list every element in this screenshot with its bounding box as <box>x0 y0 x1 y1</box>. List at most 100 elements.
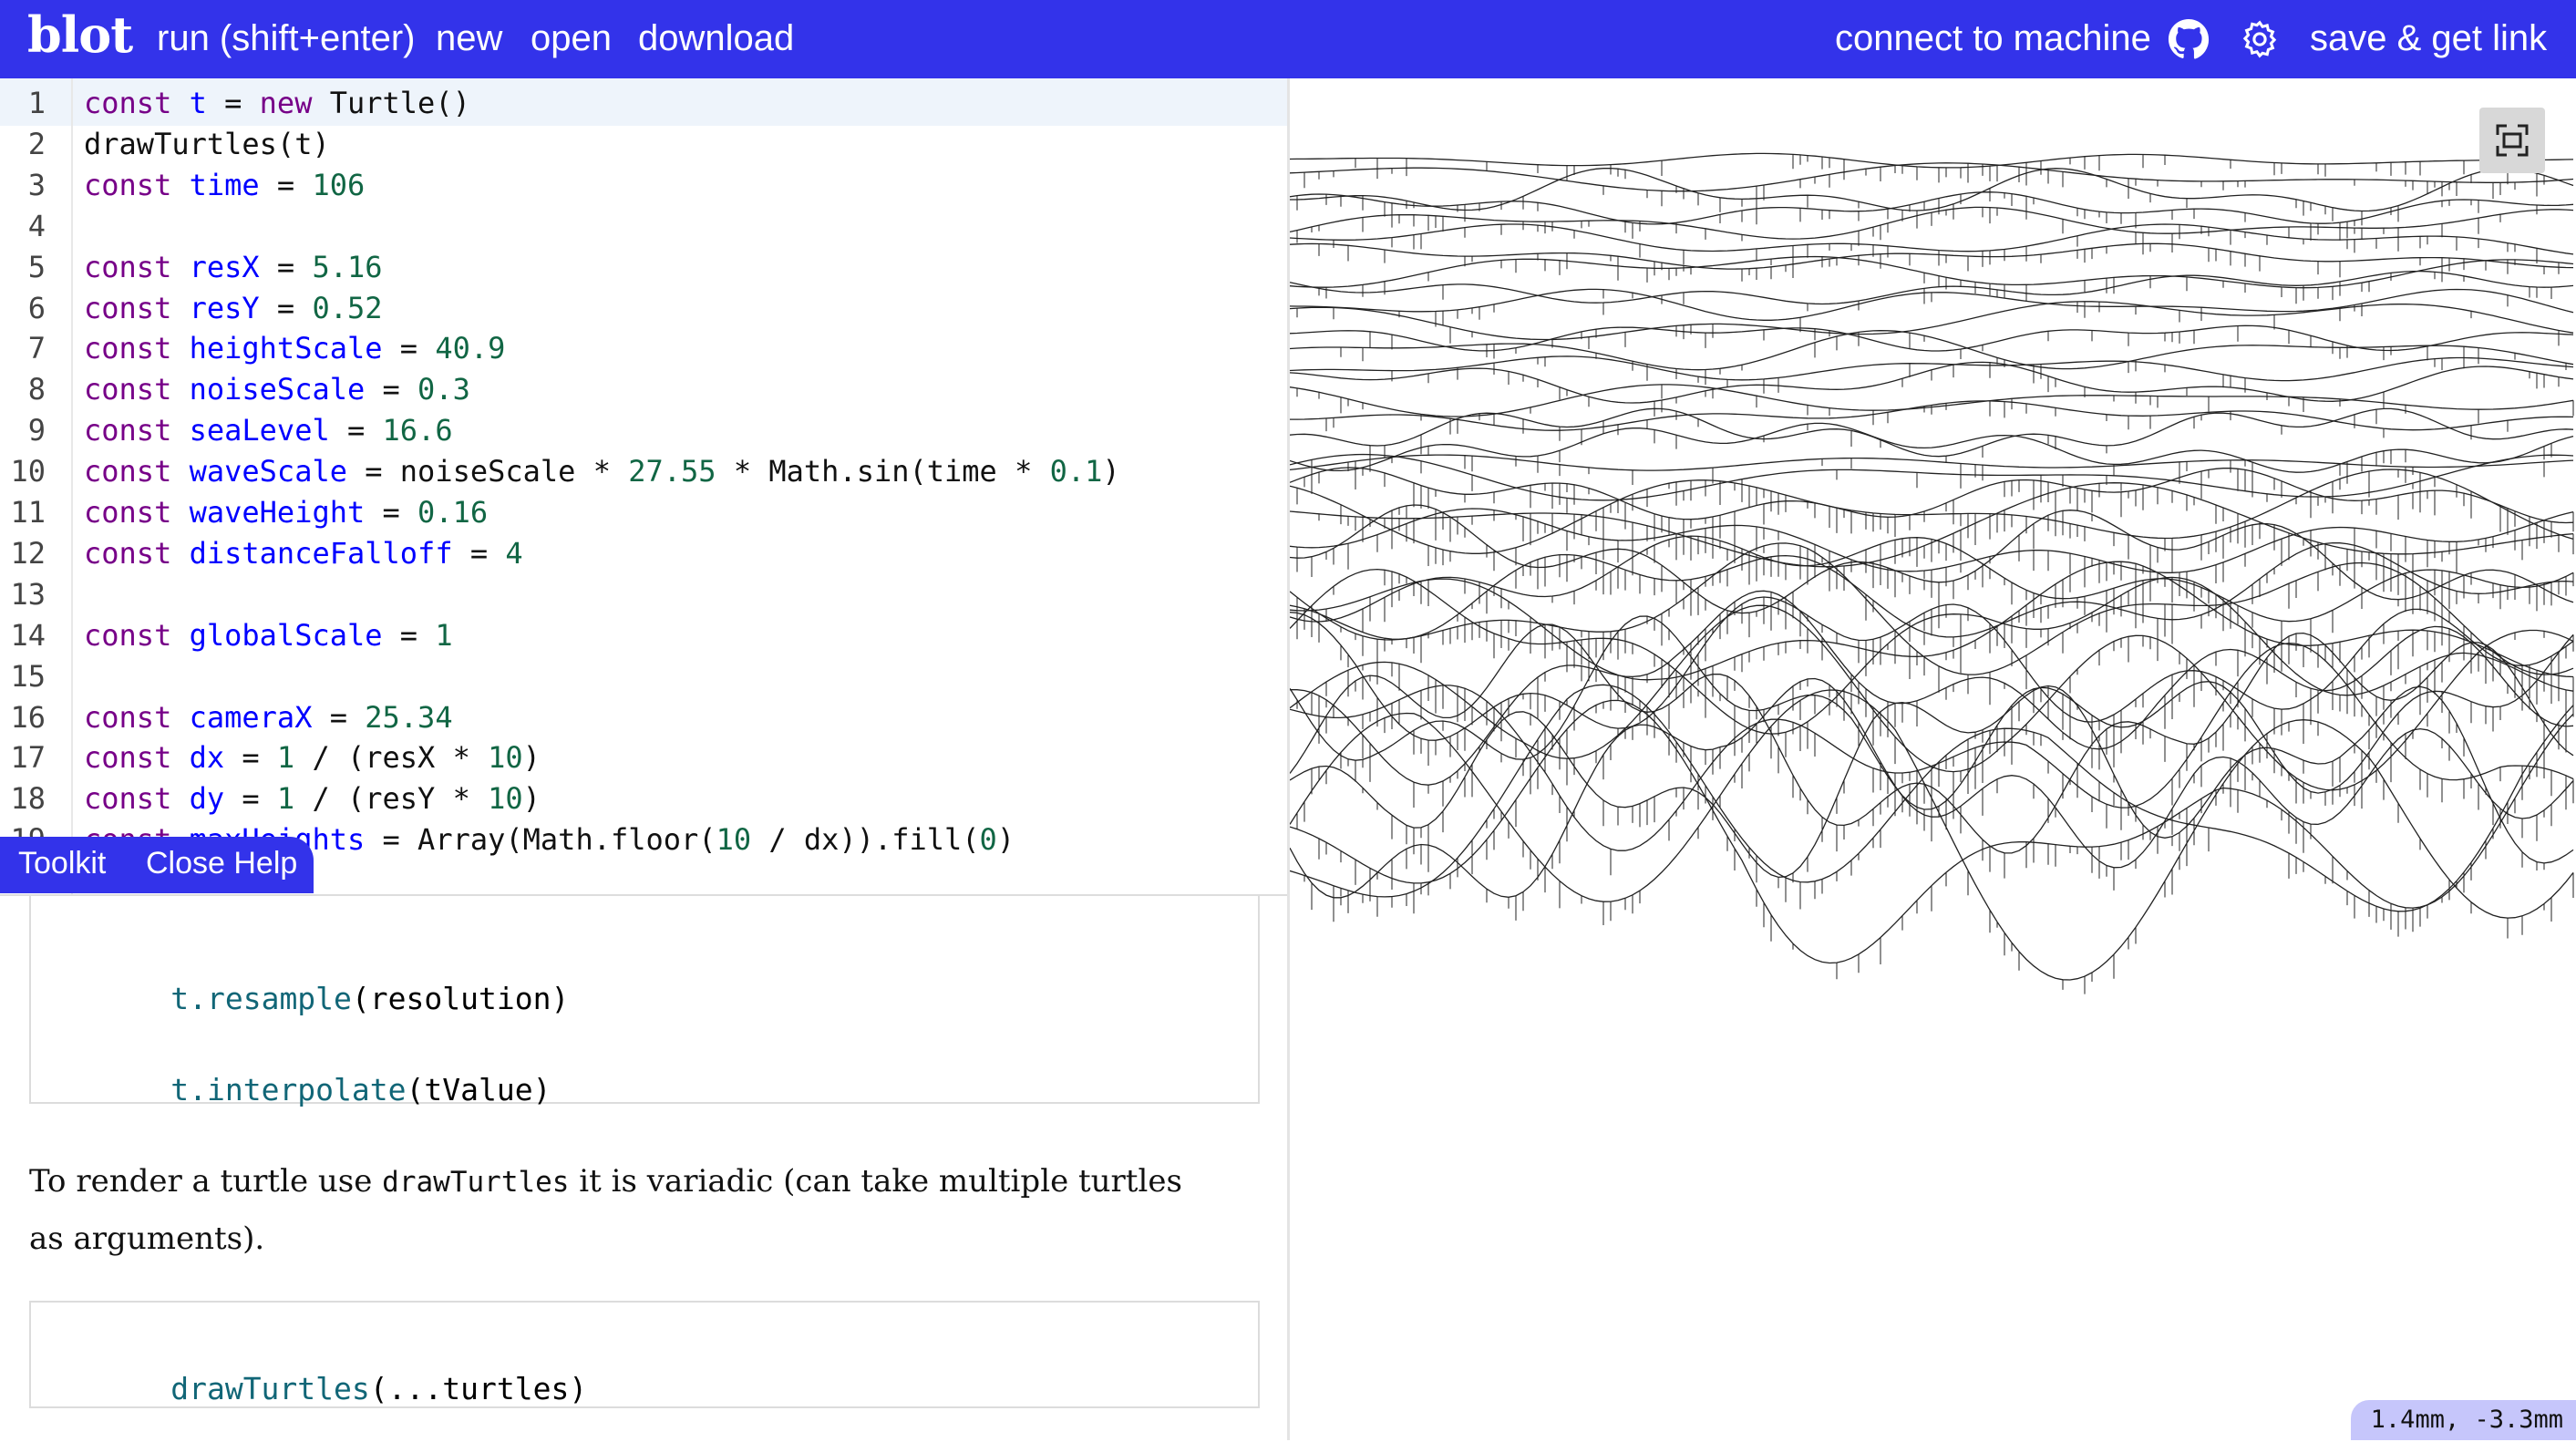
code-token: dy <box>189 781 225 817</box>
code-token: = <box>452 535 506 571</box>
code-token: = <box>329 413 383 448</box>
code-line[interactable]: const seaLevel = 16.6 <box>84 413 453 448</box>
code-token: dx <box>189 740 225 776</box>
toolkit-tab[interactable]: Toolkit <box>18 846 106 881</box>
code-line[interactable]: const globalScale = 1 <box>84 618 453 653</box>
code-line[interactable]: const t = new Turtle() <box>84 86 470 120</box>
close-help-tab[interactable]: Close Help <box>146 846 297 881</box>
line-number: 13 <box>10 576 46 612</box>
line-number: 2 <box>27 126 46 161</box>
code-token: 10 <box>488 740 523 776</box>
code-line[interactable]: const resX = 5.16 <box>84 250 383 284</box>
line-number: 9 <box>27 413 46 448</box>
code-token: const <box>84 535 172 571</box>
code-editor[interactable]: 12345678910111213141516171819 const t = … <box>0 78 1287 894</box>
code-token: = <box>259 290 313 325</box>
code-token: new <box>259 86 313 120</box>
code-line[interactable]: drawTurtles(t) <box>84 127 330 161</box>
code-token: t <box>189 86 207 120</box>
code-token: ) <box>522 740 541 776</box>
code-token: 40.9 <box>435 331 506 366</box>
code-token: ) <box>1102 454 1120 489</box>
code-token: 5.16 <box>312 249 383 284</box>
code-line[interactable]: const cameraX = 25.34 <box>84 700 453 735</box>
code-token: waveHeight <box>189 495 366 530</box>
code-token: const <box>84 331 172 366</box>
help-text: To render a turtle use <box>29 1163 383 1200</box>
code-args: (...turtles) <box>369 1371 588 1406</box>
drawing-viewer[interactable]: 1.4mm, -3.3mm <box>1290 78 2576 1440</box>
run-button[interactable]: run (shift+enter) <box>157 18 415 59</box>
code-token: 0 <box>979 822 997 858</box>
download-button[interactable]: download <box>638 18 794 59</box>
code-object: t. <box>170 1072 207 1107</box>
code-line[interactable]: const distanceFalloff = 4 <box>84 536 523 571</box>
code-token: 0.1 <box>1049 454 1103 489</box>
code-token: time <box>189 167 260 202</box>
code-token: const <box>84 86 172 120</box>
code-line[interactable]: const noiseScale = 0.3 <box>84 372 470 407</box>
line-number: 3 <box>27 167 46 202</box>
code-token: waveScale <box>189 454 347 489</box>
code-token: Turtle() <box>312 86 470 120</box>
save-get-link-button[interactable]: save & get link <box>2310 18 2547 59</box>
line-number: 11 <box>10 495 46 530</box>
code-token: 10 <box>716 822 752 858</box>
code-token: 4 <box>505 535 523 571</box>
code-line[interactable]: const waveHeight = 0.16 <box>84 495 488 530</box>
code-example-interpolate: t.interpolate(tValue) <box>62 1036 551 1143</box>
connect-machine-button[interactable]: connect to machine <box>1835 18 2151 59</box>
line-number: 8 <box>27 372 46 407</box>
terrain-line <box>1290 242 2574 270</box>
code-token: const <box>84 249 172 284</box>
line-number: 17 <box>10 740 46 776</box>
code-token: 10 <box>488 781 523 817</box>
code-line[interactable]: const dy = 1 / (resY * 10) <box>84 781 541 816</box>
new-button[interactable]: new <box>436 18 502 59</box>
help-panel: t. resample(resolution) t.interpolate(tVa… <box>0 894 1287 1442</box>
line-number: 15 <box>10 658 46 694</box>
fit-to-screen-icon[interactable] <box>2479 108 2545 173</box>
line-number: 6 <box>27 290 46 325</box>
code-token: drawTurtles(t) <box>84 126 330 161</box>
code-token: noiseScale <box>189 372 366 407</box>
code-line[interactable]: const dx = 1 / (resX * 10) <box>84 740 541 775</box>
code-token: / (resY * <box>294 781 489 817</box>
code-token: const <box>84 372 172 407</box>
logo[interactable]: blot <box>27 5 133 64</box>
code-line[interactable]: const time = 106 <box>84 168 365 202</box>
code-example-box: drawTurtles(...turtles) <box>29 1301 1260 1408</box>
code-line[interactable]: const resY = 0.52 <box>84 291 383 325</box>
code-token: globalScale <box>189 617 383 653</box>
code-token: = <box>382 617 436 653</box>
code-token: 0.16 <box>417 495 489 530</box>
open-button[interactable]: open <box>531 18 612 59</box>
cursor-coordinates: 1.4mm, -3.3mm <box>2350 1400 2576 1440</box>
line-number: 1 <box>27 86 46 120</box>
code-token: resY <box>189 290 260 325</box>
github-icon[interactable] <box>2168 18 2210 60</box>
code-token: const <box>84 495 172 530</box>
code-token: = <box>224 781 277 817</box>
code-function: resample <box>206 981 352 1016</box>
code-example-box: t.resample(resolution) t.interpolate(tVa… <box>29 896 1260 1107</box>
code-args: (resolution) <box>351 981 570 1016</box>
code-token: const <box>84 167 172 202</box>
code-line[interactable]: const waveScale = noiseScale * 27.55 * M… <box>84 454 1120 489</box>
code-token: const <box>84 413 172 448</box>
code-token: 1 <box>435 617 453 653</box>
line-number: 10 <box>10 454 46 489</box>
code-line[interactable]: const heightScale = 40.9 <box>84 331 505 366</box>
line-number: 5 <box>27 249 46 284</box>
code-token: cameraX <box>189 699 313 735</box>
gear-icon[interactable] <box>2239 18 2281 60</box>
